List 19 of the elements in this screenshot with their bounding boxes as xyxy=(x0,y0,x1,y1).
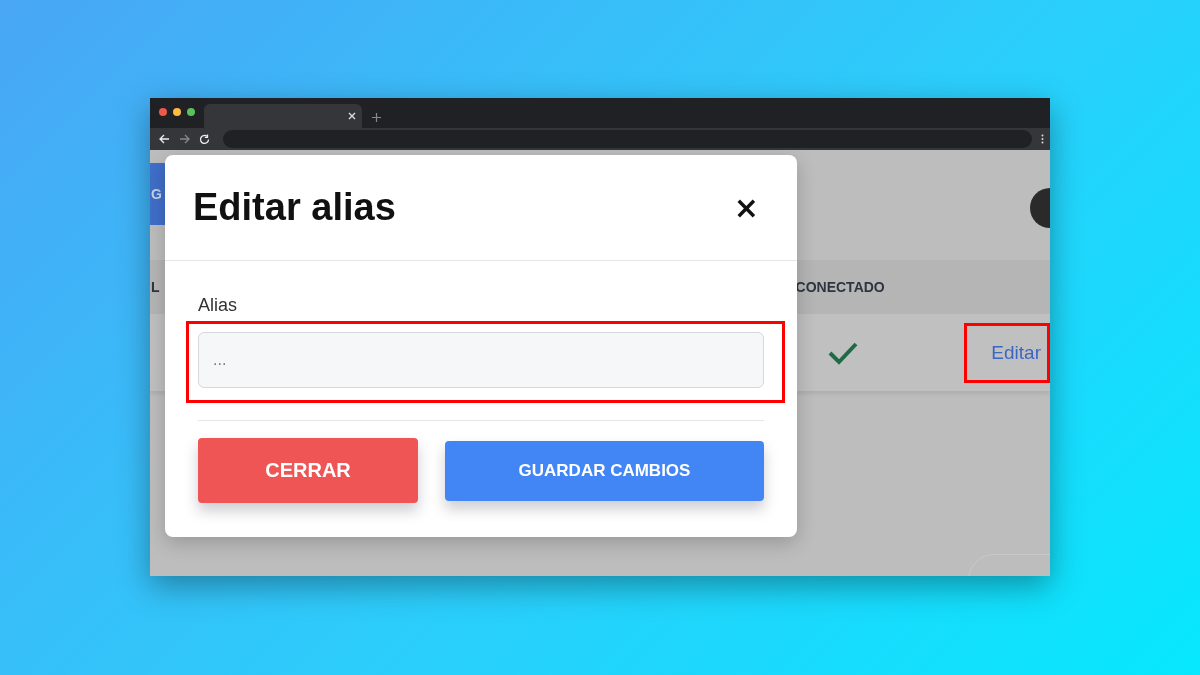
close-icon[interactable] xyxy=(348,112,356,120)
more-options-icon[interactable] xyxy=(1041,134,1044,144)
dialog-title: Editar alias xyxy=(193,186,396,229)
back-arrow-icon[interactable] xyxy=(159,134,170,144)
field-label: Alias xyxy=(198,295,238,316)
column-header: CONECTADO xyxy=(795,279,885,295)
alias-input-field[interactable]: ... xyxy=(198,332,764,388)
page-button[interactable]: G xyxy=(150,163,165,225)
column-header: L xyxy=(150,279,160,295)
close-window-dot[interactable] xyxy=(159,108,167,116)
edit-link[interactable]: Editar xyxy=(991,341,1041,364)
maximize-window-dot[interactable] xyxy=(187,108,195,116)
plus-icon[interactable] xyxy=(372,113,381,122)
minimize-window-dot[interactable] xyxy=(173,108,181,116)
close-button[interactable]: × xyxy=(733,190,759,225)
save-button[interactable]: GUARDAR CAMBIOS xyxy=(445,440,764,501)
forward-arrow-icon[interactable] xyxy=(179,134,190,144)
reload-icon[interactable] xyxy=(199,133,210,145)
close-dialog-button[interactable]: CERRAR xyxy=(198,438,418,503)
